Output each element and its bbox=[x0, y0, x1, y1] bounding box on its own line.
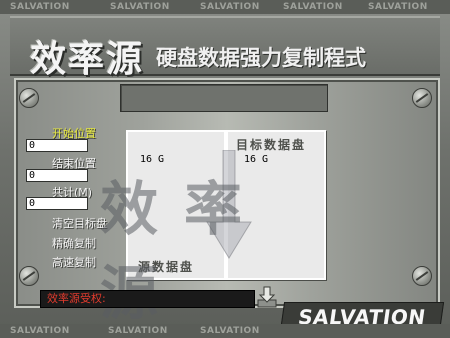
screw-icon bbox=[412, 88, 432, 108]
fast-copy-button[interactable]: 高速复制 bbox=[52, 254, 96, 270]
screw-icon bbox=[19, 88, 39, 108]
strip-text: SALVATION bbox=[110, 2, 170, 12]
start-position-input[interactable]: 0 bbox=[26, 139, 88, 152]
title-banner: 效率源 硬盘数据强力复制程式 bbox=[10, 16, 440, 80]
total-input[interactable]: 0 bbox=[26, 197, 88, 210]
status-display bbox=[120, 84, 328, 112]
end-position-input[interactable]: 0 bbox=[26, 169, 88, 182]
precise-copy-button[interactable]: 精确复制 bbox=[52, 235, 96, 251]
bottom-brand-strip: SALVATION SALVATION SALVATION bbox=[0, 324, 450, 338]
strip-text: SALVATION bbox=[200, 326, 260, 336]
app-logo: 效率源 bbox=[30, 38, 145, 80]
screw-icon bbox=[412, 266, 432, 286]
license-bar: 效率源受权: bbox=[40, 290, 255, 308]
strip-text: SALVATION bbox=[108, 326, 168, 336]
screw-icon bbox=[19, 266, 39, 286]
strip-text: SALVATION bbox=[10, 2, 70, 12]
clear-target-button[interactable]: 清空目标盘 bbox=[52, 215, 107, 231]
watermark-logo: 效率源 bbox=[100, 175, 269, 327]
strip-text: SALVATION bbox=[200, 2, 260, 12]
strip-text: SALVATION bbox=[368, 2, 428, 12]
app-subtitle: 硬盘数据强力复制程式 bbox=[156, 46, 366, 70]
strip-text: SALVATION bbox=[10, 326, 70, 336]
app-window: SALVATION SALVATION SALVATION SALVATION … bbox=[0, 0, 450, 338]
download-icon[interactable] bbox=[256, 285, 278, 309]
strip-text: SALVATION bbox=[283, 2, 343, 12]
top-brand-strip: SALVATION SALVATION SALVATION SALVATION … bbox=[0, 0, 450, 14]
